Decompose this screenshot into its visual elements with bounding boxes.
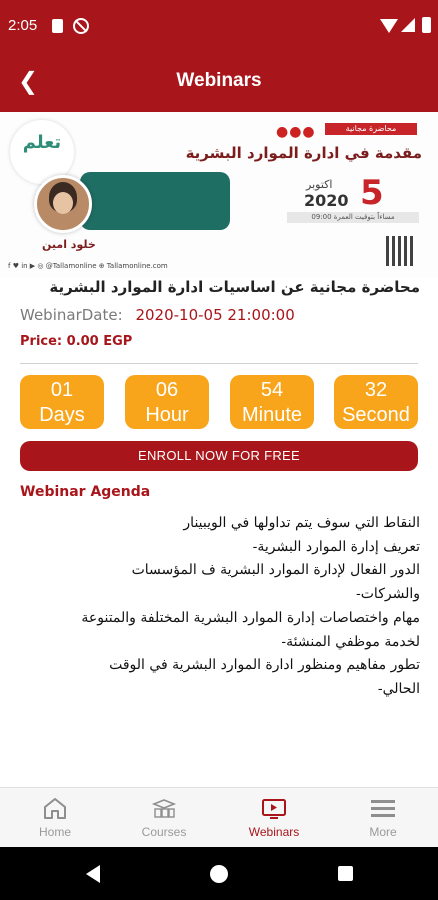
countdown-value: 01 — [50, 379, 74, 401]
countdown-unit: Minute — [241, 404, 303, 426]
cell-signal-icon — [401, 18, 415, 32]
status-time: 2:05 — [8, 17, 38, 34]
system-navigation-bar — [0, 847, 438, 900]
sim-card-icon — [52, 19, 63, 33]
app-bar: ❮ Webinars — [0, 52, 438, 112]
nav-webinars-label: Webinars — [248, 825, 300, 839]
agenda-line: النقاط التي سوف يتم تداولها في الويبينار — [183, 515, 420, 531]
bottom-navigation: Home Courses Webinars More — [0, 787, 438, 847]
decorative-dots: ●●● — [276, 124, 316, 140]
banner-title: مقدمة في ادارة الموارد البشرية — [185, 144, 422, 162]
divider — [20, 363, 418, 364]
countdown-seconds: 32 Second — [334, 375, 418, 429]
webinar-date: WebinarDate: 2020-10-05 21:00:00 — [20, 306, 295, 324]
countdown-value: 54 — [260, 379, 284, 401]
webinar-title: محاضرة مجانية عن اساسيات ادارة الموارد ا… — [49, 278, 420, 296]
agenda-line: الحالي- — [377, 680, 420, 697]
courses-icon — [151, 799, 177, 818]
battery-icon — [422, 17, 431, 33]
menu-icon — [371, 800, 395, 817]
speech-bubble — [80, 172, 230, 230]
countdown-days: 01 Days — [20, 375, 104, 429]
webinar-date-label: WebinarDate: — [20, 306, 123, 324]
agenda-line: تعريف إدارة الموارد البشرية- — [252, 538, 420, 555]
countdown-unit: Second — [342, 404, 410, 426]
webinar-date-value: 2020-10-05 21:00:00 — [135, 306, 295, 324]
nav-home[interactable]: Home — [0, 788, 110, 848]
system-home-icon[interactable] — [210, 865, 228, 883]
qr-code-icon — [386, 236, 416, 266]
countdown-value: 32 — [364, 379, 388, 401]
do-not-disturb-icon — [73, 18, 89, 34]
banner-date-month: اكتوبر — [306, 178, 333, 191]
agenda-line: الدور الفعال لإدارة الموارد البشرية ف ال… — [131, 562, 420, 579]
logo-text: تعلم — [22, 132, 62, 153]
agenda-line: مهام واختصاصات إدارة الموارد البشرية الم… — [81, 609, 420, 626]
speaker-avatar — [34, 175, 92, 233]
nav-home-label: Home — [38, 825, 71, 839]
wifi-icon — [380, 19, 398, 33]
nav-more-label: More — [369, 825, 397, 839]
countdown-unit: Days — [39, 404, 85, 426]
nav-courses[interactable]: Courses — [109, 788, 219, 848]
countdown-hours: 06 Hour — [125, 375, 209, 429]
agenda-title: Webinar Agenda — [20, 484, 151, 500]
nav-courses-label: Courses — [141, 825, 187, 839]
status-bar: 2:05 — [0, 0, 438, 52]
system-recents-icon[interactable] — [338, 866, 353, 881]
agenda-line: تطور مفاهيم ومنظور ادارة الموارد البشرية… — [109, 657, 420, 674]
speaker-name: خلود امين — [42, 238, 96, 251]
home-icon — [44, 798, 66, 819]
page-title: Webinars — [176, 70, 262, 91]
countdown-unit: Hour — [145, 404, 189, 426]
banner-date-year: 2020 — [304, 191, 349, 210]
banner-date-day: 5 — [360, 173, 384, 213]
nav-webinars[interactable]: Webinars — [219, 788, 329, 848]
countdown-value: 06 — [155, 379, 179, 401]
agenda-line: لخدمة موظفي المنشئة- — [281, 633, 420, 650]
banner-time-strip: 09:00 مساءاً بتوقيت العمرة — [287, 212, 419, 223]
agenda-line: والشركات- — [356, 586, 420, 603]
webinar-price: Price: 0.00 EGP — [20, 334, 133, 349]
nav-more[interactable]: More — [328, 788, 438, 848]
system-back-icon[interactable] — [86, 865, 100, 883]
countdown-minutes: 54 Minute — [230, 375, 314, 429]
enroll-button[interactable]: ENROLL NOW FOR FREE — [20, 441, 418, 471]
webinar-icon — [262, 799, 286, 819]
social-links-row: f ♥ in ▶ ◎ @Tallamonline ⊕ Tallamonline.… — [8, 262, 168, 270]
agenda-text: النقاط التي سوف يتم تداولها في الويبينار… — [20, 512, 420, 702]
webinar-banner-image: تعلم ●●● محاضرة مجانية مقدمة في ادارة ال… — [0, 112, 438, 278]
free-lecture-tag: محاضرة مجانية — [325, 123, 417, 135]
